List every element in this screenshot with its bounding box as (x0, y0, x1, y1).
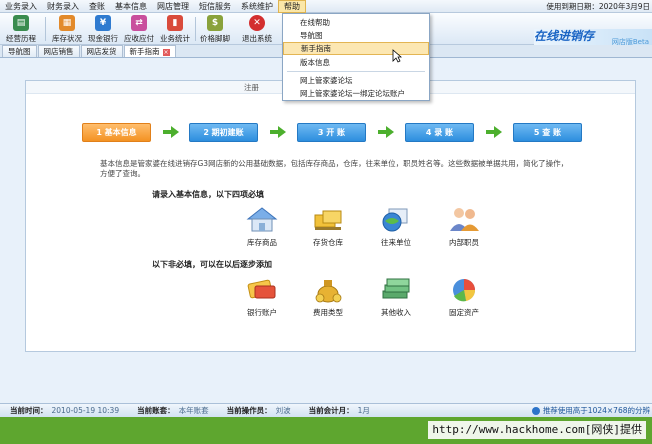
menu-sms-service[interactable]: 短信服务 (194, 0, 236, 13)
price-label: 价格脚脚 (200, 34, 230, 43)
current-period-value: 1月 (357, 406, 370, 415)
receivable-icon: ⇄ (131, 15, 147, 31)
bar-chart-icon: ▮ (167, 15, 183, 31)
internal-staff-item[interactable]: 内部职员 (434, 204, 494, 248)
menu-query[interactable]: 查账 (84, 0, 110, 13)
resolution-tip: 推荐使用高于1024×768的分辨 (531, 404, 650, 417)
ledger-label: 经营历程 (6, 34, 36, 43)
internal-staff-label: 内部职员 (449, 238, 479, 247)
help-version-info[interactable]: 版本信息 (283, 56, 429, 69)
coin-bag-icon (315, 280, 342, 303)
storage-warehouse-label: 存货仓库 (313, 238, 343, 247)
statistics-label: 业务统计 (160, 34, 190, 43)
help-beginner-guide[interactable]: 新手指南 (283, 42, 429, 55)
optional-section-title: 以下非必填，可以在以后逐步添加 (152, 260, 272, 269)
help-navigation-map[interactable]: 导航图 (283, 29, 429, 42)
inventory-icon: ▦ (59, 15, 75, 31)
menu-bar: 业务录入 财务录入 查账 基本信息 网店管理 短信服务 系统维护 帮助 使用到期… (0, 0, 652, 13)
footer-strip: http://www.hackhome.com[网侠]提供 (0, 417, 652, 444)
menu-store-management[interactable]: 网店管理 (152, 0, 194, 13)
price-button[interactable]: $ 价格脚脚 (200, 14, 230, 44)
current-time-label: 当前时间： (10, 406, 48, 415)
menu-help[interactable]: 帮助 (278, 0, 306, 13)
staff-icon (450, 208, 479, 231)
globe-icon (382, 208, 408, 232)
toolbar-separator (195, 17, 196, 41)
arrow-right-icon (270, 126, 286, 138)
receivable-button[interactable]: ⇄ 应收应付 (124, 14, 154, 44)
watermark-text: http://www.hackhome.com[网侠]提供 (428, 421, 646, 439)
current-period-label: 当前会计月： (308, 406, 354, 415)
expiry-date: 使用到期日期：2020年3月9日 (546, 2, 650, 11)
receivable-label: 应收应付 (124, 34, 154, 43)
menu-system-maintenance[interactable]: 系统维护 (236, 0, 278, 13)
exit-button[interactable]: ✕ 退出系统 (242, 14, 272, 44)
menu-basic-info[interactable]: 基本信息 (110, 0, 152, 13)
cash-bank-label: 现金银行 (88, 34, 118, 43)
guide-description: 基本信息是管家婆在线进销存G3网店新的公用基础数据，包括库存商品，仓库，往来单位… (100, 159, 569, 178)
expense-type-label: 费用类型 (313, 308, 343, 317)
current-operator-label: 当前操作员： (226, 406, 272, 415)
price-icon: $ (207, 15, 223, 31)
required-section-title: 请录入基本信息，以下四项必填 (152, 190, 264, 199)
business-partner-label: 往来单位 (381, 238, 411, 247)
expense-type-item[interactable]: 费用类型 (298, 274, 358, 318)
cash-bank-button[interactable]: ¥ 现金银行 (88, 14, 118, 44)
step-open-books[interactable]: 3 开 账 (297, 123, 366, 142)
money-stack-icon (382, 278, 410, 299)
step-check-accounts[interactable]: 5 查 账 (513, 123, 582, 142)
current-time-value: 2010-05-19 10:39 (51, 406, 120, 415)
other-income-item[interactable]: 其他收入 (366, 274, 426, 318)
close-icon[interactable]: × (162, 48, 170, 56)
business-partner-item[interactable]: 往来单位 (366, 204, 426, 248)
step-basic-info[interactable]: 1 基本信息 (82, 123, 151, 142)
tab-store-sales[interactable]: 网店销售 (37, 45, 80, 57)
fixed-assets-label: 固定资产 (449, 308, 479, 317)
step-record-entries[interactable]: 4 录 账 (405, 123, 474, 142)
tab-navigation-map[interactable]: 导航图 (2, 45, 37, 57)
help-online-help[interactable]: 在线帮助 (283, 16, 429, 29)
info-icon (531, 406, 540, 415)
tab-beginner-guide[interactable]: 新手指南 × (123, 45, 176, 57)
mouse-cursor-icon (392, 49, 402, 63)
cash-icon: ¥ (95, 15, 111, 31)
bank-account-item[interactable]: 银行账户 (232, 274, 292, 318)
menu-business-entry[interactable]: 业务录入 (0, 0, 42, 13)
stock-goods-label: 库存商品 (247, 238, 277, 247)
fixed-assets-item[interactable]: 固定资产 (434, 274, 494, 318)
ledger-icon: ▤ (13, 15, 29, 31)
current-account-value: 本年账套 (178, 406, 209, 415)
help-forum-bind-account[interactable]: 网上管家婆论坛一绑定论坛账户 (283, 87, 429, 100)
ledger-button[interactable]: ▤ 经营历程 (6, 14, 36, 44)
status-bar: 当前时间： 2010-05-19 10:39 当前账套： 本年账套 当前操作员：… (0, 403, 652, 417)
arrow-right-icon (163, 126, 179, 138)
help-dropdown-menu: 在线帮助 导航图 新手指南 版本信息 网上管家婆论坛 网上管家婆论坛一绑定论坛账… (282, 13, 430, 101)
bank-account-label: 银行账户 (247, 308, 277, 317)
dropdown-separator (287, 71, 425, 72)
arrow-right-icon (378, 126, 394, 138)
current-operator-value: 刘波 (275, 406, 291, 415)
menu-finance-entry[interactable]: 财务录入 (42, 0, 84, 13)
house-icon (246, 207, 278, 232)
inventory-button[interactable]: ▦ 库存状况 (52, 14, 82, 44)
inventory-label: 库存状况 (52, 34, 82, 43)
pie-chart-icon (453, 279, 476, 302)
step-opening-accounts[interactable]: 2 期初建账 (189, 123, 258, 142)
toolbar-separator (45, 17, 46, 41)
tab-beginner-guide-label: 新手指南 (129, 47, 160, 56)
exit-icon: ✕ (249, 15, 265, 31)
arrow-right-icon (486, 126, 502, 138)
statistics-button[interactable]: ▮ 业务统计 (160, 14, 190, 44)
tab-store-shipping[interactable]: 网店发货 (80, 45, 123, 57)
help-forum[interactable]: 网上管家婆论坛 (283, 74, 429, 87)
bank-card-icon (247, 279, 276, 299)
resolution-tip-text: 推荐使用高于1024×768的分辨 (542, 406, 650, 415)
storage-warehouse-item[interactable]: 存货仓库 (298, 204, 358, 248)
stock-goods-item[interactable]: 库存商品 (232, 204, 292, 248)
current-account-label: 当前账套： (137, 406, 175, 415)
exit-label: 退出系统 (242, 34, 272, 43)
warehouse-icon (314, 210, 342, 230)
other-income-label: 其他收入 (381, 308, 411, 317)
